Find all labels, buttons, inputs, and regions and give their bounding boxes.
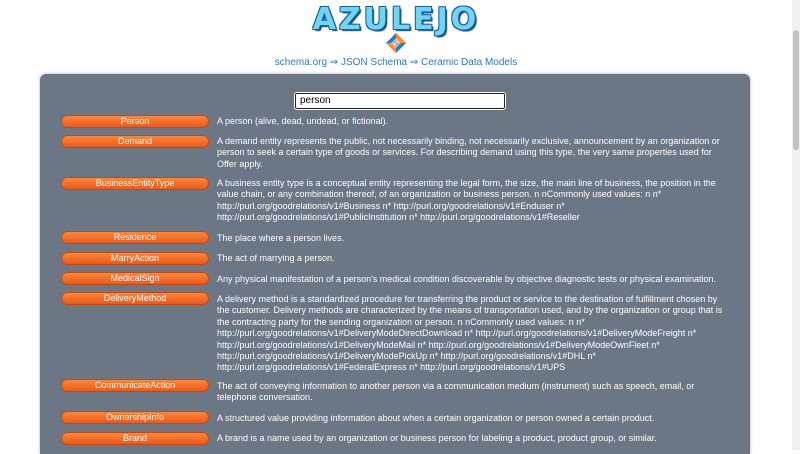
result-description: A brand is a name used by an organizatio… — [217, 433, 657, 443]
result-description: A demand entity represents the public, n… — [217, 136, 720, 169]
result-type-button[interactable]: OwnershipInfo — [61, 411, 209, 424]
result-type-button[interactable]: Residence — [61, 231, 209, 244]
result-description: A business entity type is a conceptual e… — [217, 178, 716, 223]
breadcrumb: schema.org ⇒ JSON Schema ⇒ Ceramic Data … — [0, 57, 792, 68]
result-type-button[interactable]: Brand — [61, 432, 209, 445]
result-description: A structured value providing information… — [217, 413, 655, 423]
breadcrumb-arrow: ⇒ — [407, 57, 422, 68]
result-type-button[interactable]: Person — [61, 115, 209, 128]
result-description: A delivery method is a standardized proc… — [217, 294, 723, 373]
result-description: The act of marrying a person. — [217, 253, 335, 263]
breadcrumb-ceramic-data-models[interactable]: Ceramic Data Models — [421, 57, 517, 68]
result-type-button[interactable]: BusinessEntityType — [61, 177, 209, 190]
breadcrumb-schema-org[interactable]: schema.org — [275, 57, 327, 68]
breadcrumb-arrow: ⇒ — [327, 57, 341, 68]
result-type-button[interactable]: MedicalSign — [61, 272, 209, 285]
result-description: The place where a person lives. — [217, 233, 345, 243]
result-type-button[interactable]: Demand — [61, 135, 209, 148]
header: AZULEJO schema.org ⇒ JSON Schema ⇒ Ceram… — [0, 0, 792, 74]
result-type-button[interactable]: CommunicateAction — [61, 379, 209, 392]
diamond-tile-icon — [386, 33, 406, 53]
page-scrollbar[interactable] — [792, 0, 800, 450]
result-description: A person (alive, dead, undead, or fictio… — [217, 116, 389, 126]
result-description: Any physical manifestation of a person's… — [217, 274, 716, 284]
result-type-button[interactable]: DeliveryMethod — [61, 292, 209, 305]
result-type-button[interactable]: MarryAction — [61, 252, 209, 265]
search-input[interactable] — [294, 92, 506, 110]
scrollbar-thumb[interactable] — [793, 30, 799, 150]
app-logo: AZULEJO — [312, 2, 480, 37]
breadcrumb-json-schema[interactable]: JSON Schema — [341, 57, 407, 68]
result-description: The act of conveying information to anot… — [217, 381, 695, 403]
